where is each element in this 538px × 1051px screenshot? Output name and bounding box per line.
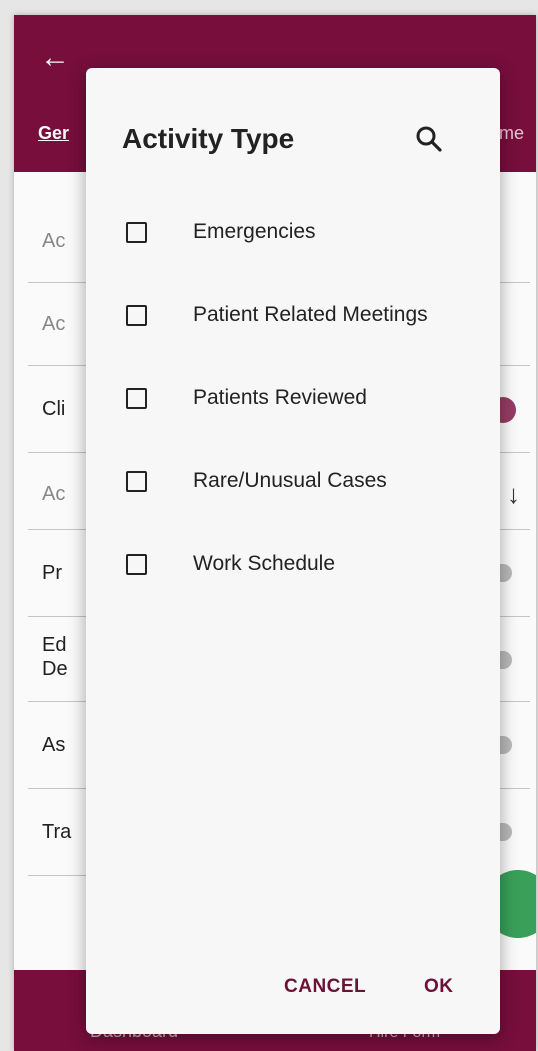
activity-type-dialog: Activity Type Emergencies Patient Relate… (86, 68, 500, 1034)
cancel-button[interactable]: CANCEL (284, 976, 366, 998)
checkbox[interactable] (126, 305, 147, 326)
option-work-schedule[interactable]: Work Schedule (126, 548, 466, 588)
dialog-title: Activity Type (122, 123, 295, 154)
option-label: Patients Reviewed (193, 386, 367, 409)
option-label: Patient Related Meetings (193, 303, 428, 326)
search-icon[interactable] (414, 124, 444, 154)
checkbox[interactable] (126, 554, 147, 575)
option-emergencies[interactable]: Emergencies (126, 216, 466, 256)
option-patient-related-meetings[interactable]: Patient Related Meetings (126, 299, 466, 339)
option-rare-unusual-cases[interactable]: Rare/Unusual Cases (126, 465, 466, 505)
ok-button[interactable]: OK (424, 976, 454, 998)
option-patients-reviewed[interactable]: Patients Reviewed (126, 382, 466, 422)
checkbox[interactable] (126, 388, 147, 409)
option-label: Rare/Unusual Cases (193, 469, 387, 492)
checkbox[interactable] (126, 222, 147, 243)
checkbox[interactable] (126, 471, 147, 492)
app-screen: ← Ger chme Ac Ac Cli Ac ↓ Pr Ed De As Tr… (14, 15, 536, 1051)
option-label: Work Schedule (193, 552, 336, 575)
option-label: Emergencies (193, 220, 316, 243)
